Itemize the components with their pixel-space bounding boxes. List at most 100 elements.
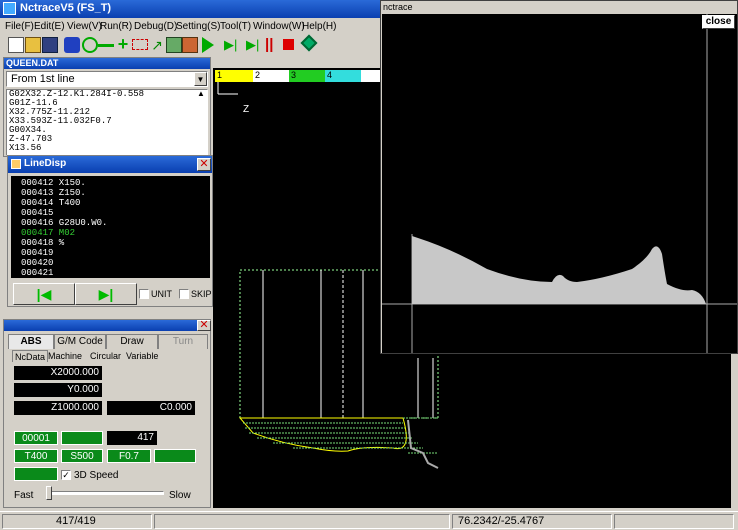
app-icon	[3, 2, 16, 15]
tab-abs[interactable]: ABS	[8, 334, 54, 349]
display-line: 000416 G28U0.W0.	[21, 218, 108, 228]
linedisp-close-button[interactable]: ✕	[197, 158, 211, 171]
color-ruler: 1 2 3 4	[215, 70, 380, 82]
tab-turn[interactable]: Turn	[158, 334, 208, 349]
speed-slider-thumb[interactable]	[46, 486, 52, 500]
line-icon[interactable]	[98, 44, 114, 47]
queen-title-bar: QUEEN.DAT	[4, 58, 210, 69]
sequence-field: 00001	[14, 431, 58, 445]
first-line-button[interactable]: |◀	[13, 283, 75, 305]
display-line: 000421	[21, 268, 54, 278]
code-line: X13.56	[9, 143, 42, 153]
finish-profile	[407, 419, 439, 469]
run-icon[interactable]	[202, 37, 214, 53]
stop-icon[interactable]	[283, 39, 294, 50]
toolbar: + ↗ ▶| ▶| ||	[0, 34, 380, 56]
axis-z-label: Z	[243, 104, 250, 115]
circle-icon[interactable]	[82, 37, 98, 53]
subtab-machine[interactable]: Machine	[48, 350, 82, 362]
tab-draw[interactable]: Draw	[106, 334, 158, 349]
speed-3d-checkbox[interactable]: ✓	[61, 470, 71, 480]
status-bar: 417/419 76.2342/-25.4767	[0, 511, 738, 530]
status-coords: 76.2342/-25.4767	[458, 515, 545, 527]
skip-label: SKIP	[191, 289, 212, 299]
scroll-up-icon[interactable]: ▲	[197, 89, 208, 100]
slow-label: Slow	[169, 490, 191, 501]
close-button[interactable]: close	[702, 15, 735, 29]
start-select[interactable]: From 1st line ▼	[6, 71, 208, 87]
part-silhouette	[412, 236, 706, 304]
add-icon[interactable]: +	[115, 35, 131, 53]
linedisp-window-icon	[11, 159, 21, 169]
status-green-field	[154, 449, 196, 463]
c-position-field: C0.000	[107, 401, 195, 415]
pause-icon[interactable]: ||	[265, 37, 281, 53]
pin-icon[interactable]	[64, 37, 80, 53]
lamp-field	[14, 467, 58, 481]
menu-edit[interactable]: Edit(E)	[34, 21, 65, 32]
open-folder-icon[interactable]	[25, 37, 41, 53]
menu-view[interactable]: View(V)	[67, 21, 102, 32]
feed-field: F0.7	[107, 449, 151, 463]
subtab-circular[interactable]: Circular	[90, 350, 121, 362]
display-line: 000418 %	[21, 238, 65, 248]
nc-code-list[interactable]: G02X32.Z-12.K1.284I-0.558 G01Z-11.6 X32.…	[6, 89, 208, 156]
tool-icon[interactable]	[182, 37, 198, 53]
nctrace-window: nctrace close	[380, 0, 738, 354]
subtab-ncdata[interactable]: NcData	[12, 350, 49, 362]
nctrace-title-bar: nctrace	[381, 1, 737, 14]
last-line-button[interactable]: ▶|	[75, 283, 137, 305]
unit-label: UNIT	[151, 289, 172, 299]
display-line: 000412 X150.	[21, 178, 86, 188]
display-line: 000414 T400	[21, 198, 81, 208]
menu-window[interactable]: Window(W)	[253, 21, 305, 32]
ruler-label-1: 1	[217, 70, 223, 80]
ruler-label-3: 3	[291, 70, 297, 80]
chevron-down-icon[interactable]: ▼	[194, 72, 207, 86]
line-number-field: 417	[107, 431, 157, 445]
right-edge-strip	[731, 354, 738, 508]
nctrace-view[interactable]	[382, 14, 737, 353]
blank-green-field	[61, 431, 103, 445]
step-run-icon[interactable]: ▶|	[224, 37, 240, 53]
speed-slider-track[interactable]	[46, 491, 164, 495]
fast-label: Fast	[14, 490, 34, 501]
menu-help[interactable]: Help(H)	[302, 21, 336, 32]
control-panel-close-button[interactable]: ✕	[197, 320, 211, 331]
x-position-field: X2000.000	[14, 366, 102, 380]
ruler-label-2: 2	[255, 70, 261, 80]
display-line: 000420	[21, 258, 54, 268]
z-position-field: Z1000.000	[14, 401, 102, 415]
subtab-variable[interactable]: Variable	[126, 350, 158, 362]
book-icon[interactable]	[166, 37, 182, 53]
linedisp-title-bar: LineDisp	[8, 156, 212, 173]
linedisp-window: LineDisp ✕ 000412 X150. 000413 Z150. 000…	[7, 155, 213, 307]
status-middle-pane	[154, 514, 450, 529]
linedisp-title: LineDisp	[24, 158, 67, 169]
unit-checkbox[interactable]	[139, 289, 149, 299]
line-display-list[interactable]: 000412 X150. 000413 Z150. 000414 T400 00…	[11, 176, 210, 278]
tab-gm-code[interactable]: G/M Code	[54, 334, 106, 349]
new-file-icon[interactable]	[8, 37, 24, 53]
menu-setting[interactable]: Setting(S)	[176, 21, 220, 32]
arrow-icon[interactable]: ↗	[149, 37, 165, 53]
save-icon[interactable]	[42, 37, 58, 53]
menu-debug[interactable]: Debug(D)	[134, 21, 177, 32]
display-line: 000419	[21, 248, 54, 258]
status-right-pane	[614, 514, 734, 529]
display-line-current: 000417 M02	[21, 228, 76, 238]
spindle-field: S500	[61, 449, 103, 463]
rectangle-icon[interactable]	[132, 39, 148, 50]
skip-checkbox[interactable]	[179, 289, 189, 299]
tool-field: T400	[14, 449, 58, 463]
ruler-label-4: 4	[327, 70, 333, 80]
nctrace-profile-view	[382, 14, 737, 353]
display-line: 000413 Z150.	[21, 188, 86, 198]
status-progress: 417/419	[56, 515, 96, 527]
menu-file[interactable]: File(F)	[5, 21, 34, 32]
step-icon[interactable]: ▶|	[246, 37, 262, 53]
menu-run[interactable]: Run(R)	[100, 21, 132, 32]
nctrace-title: nctrace	[383, 2, 413, 12]
settings-icon[interactable]	[300, 34, 318, 52]
menu-tool[interactable]: Tool(T)	[220, 21, 251, 32]
